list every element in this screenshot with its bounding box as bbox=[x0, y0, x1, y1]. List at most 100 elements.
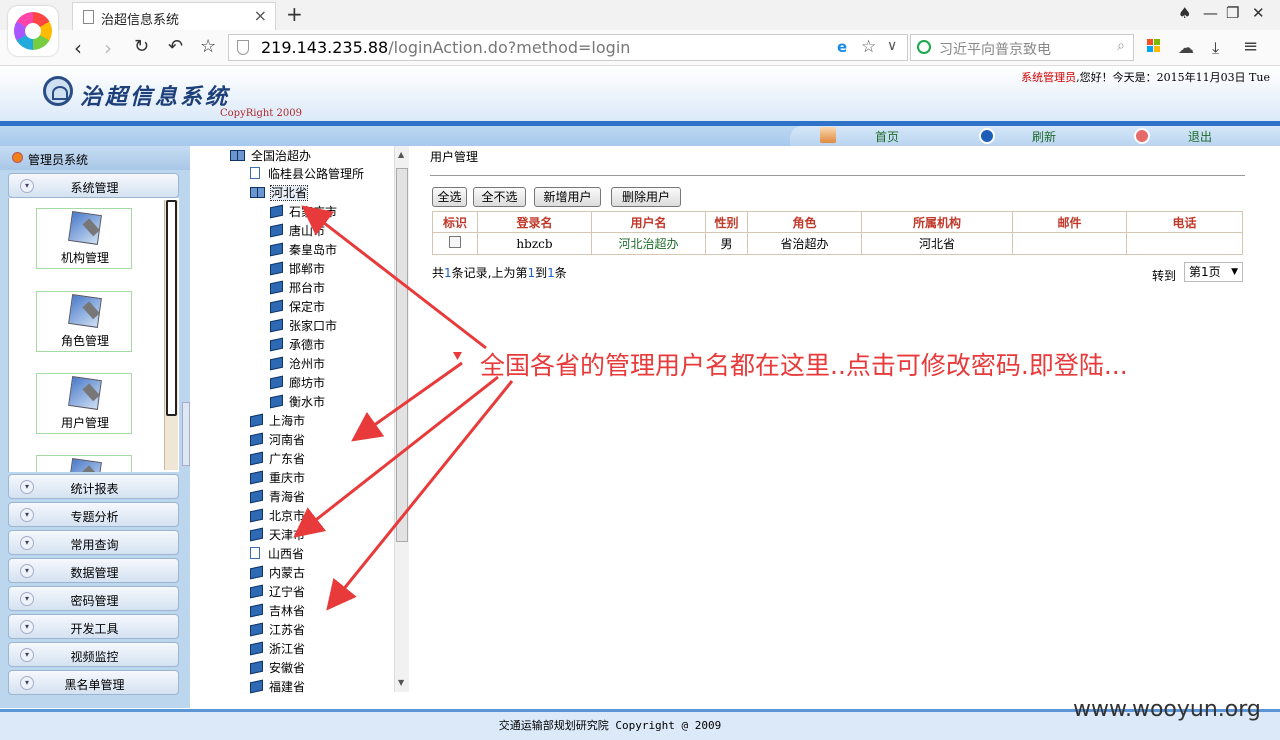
tree-node-label[interactable]: 江苏省 bbox=[269, 623, 305, 637]
section-item[interactable]: ▾ 密码管理 bbox=[8, 586, 179, 611]
tree-node[interactable]: 保定市 bbox=[270, 298, 325, 316]
ie-mode-icon[interactable]: e bbox=[837, 38, 847, 56]
tree-node-label[interactable]: 青海省 bbox=[269, 490, 305, 504]
menu-icon[interactable]: ≡ bbox=[1243, 36, 1258, 57]
cell-username-link[interactable]: 河北治超办 bbox=[591, 232, 706, 255]
tree-node[interactable]: 天津市 bbox=[250, 526, 305, 544]
tree-node-label[interactable]: 北京市 bbox=[269, 509, 305, 523]
download-icon[interactable]: ⤓ bbox=[1212, 38, 1219, 58]
tree-node[interactable]: 福建省 bbox=[250, 678, 305, 696]
tree-node-label[interactable]: 安徽省 bbox=[269, 661, 305, 675]
tree-node[interactable]: 承德市 bbox=[270, 336, 325, 354]
tree-node[interactable]: 全国治超办 bbox=[230, 147, 311, 165]
tree-node[interactable]: 邢台市 bbox=[270, 279, 325, 297]
shirt-icon[interactable]: ♠ bbox=[1178, 4, 1191, 22]
scroll-up-icon[interactable]: ▲ bbox=[398, 150, 404, 159]
new-tab-icon[interactable]: + bbox=[286, 2, 303, 26]
tree-node[interactable]: 江苏省 bbox=[250, 621, 305, 639]
add-user-button[interactable]: 新增用户 bbox=[534, 187, 601, 207]
tree-node-label[interactable]: 邯郸市 bbox=[289, 262, 325, 276]
maximize-icon[interactable]: ❐ bbox=[1226, 4, 1239, 22]
tree-node-label[interactable]: 衡水市 bbox=[289, 395, 325, 409]
tree-node-label[interactable]: 重庆市 bbox=[269, 471, 305, 485]
page-select[interactable]: 第1页 ▼ bbox=[1184, 262, 1243, 282]
tree-node-label[interactable]: 唐山市 bbox=[289, 224, 325, 238]
module-organization[interactable]: 机构管理 bbox=[36, 208, 132, 269]
apps-icon[interactable] bbox=[1147, 39, 1161, 53]
scroll-down-icon[interactable]: ▼ bbox=[398, 678, 404, 687]
tree-node-label[interactable]: 秦皇岛市 bbox=[289, 243, 337, 257]
tree-node[interactable]: 河南省 bbox=[250, 431, 305, 449]
cloud-icon[interactable]: ☁ bbox=[1178, 38, 1194, 57]
menu-logout[interactable]: 退出 bbox=[1188, 128, 1212, 145]
table-row[interactable]: hbzcb 河北治超办 男 省治超办 河北省 bbox=[432, 232, 1243, 255]
tree-node[interactable]: 山西省 bbox=[250, 545, 304, 563]
tree-node[interactable]: 广东省 bbox=[250, 450, 305, 468]
tree-node[interactable]: 辽宁省 bbox=[250, 583, 305, 601]
tree-node[interactable]: 邯郸市 bbox=[270, 260, 325, 278]
browser-logo-icon[interactable] bbox=[8, 6, 58, 56]
tree-node[interactable]: 内蒙古 bbox=[250, 564, 305, 582]
section-item[interactable]: ▾ 开发工具 bbox=[8, 614, 179, 639]
tree-node[interactable]: 上海市 bbox=[250, 412, 305, 430]
chevron-down-icon[interactable]: ∨ bbox=[887, 38, 897, 54]
section-item[interactable]: ▾ 黑名单管理 bbox=[8, 670, 179, 695]
power-icon[interactable] bbox=[1134, 128, 1150, 144]
section-item[interactable]: ▾ 常用查询 bbox=[8, 530, 179, 555]
module-scrollbar[interactable] bbox=[164, 200, 178, 470]
forward-icon[interactable]: › bbox=[104, 36, 112, 60]
tree-node-label[interactable]: 辽宁省 bbox=[269, 585, 305, 599]
module-role[interactable]: 角色管理 bbox=[36, 291, 132, 352]
tree-node-label[interactable]: 河北省 bbox=[269, 185, 309, 201]
section-item[interactable]: ▾ 视频监控 bbox=[8, 642, 179, 667]
tree-node-label[interactable]: 保定市 bbox=[289, 300, 325, 314]
section-item[interactable]: ▾ 统计报表 bbox=[8, 474, 179, 499]
close-tab-icon[interactable]: × bbox=[254, 6, 267, 25]
module-more[interactable] bbox=[36, 455, 132, 472]
tree-node[interactable]: 河北省 bbox=[250, 184, 309, 202]
section-item[interactable]: ▾ 专题分析 bbox=[8, 502, 179, 527]
module-user[interactable]: 用户管理 bbox=[36, 373, 132, 434]
reload-icon[interactable]: ↻ bbox=[134, 36, 149, 57]
tree-node[interactable]: 张家口市 bbox=[270, 317, 337, 335]
tree-node[interactable]: 石家庄市 bbox=[270, 203, 337, 221]
tree-node-label[interactable]: 内蒙古 bbox=[269, 566, 305, 580]
menu-refresh[interactable]: 刷新 bbox=[1032, 128, 1056, 145]
tree-node[interactable]: 衡水市 bbox=[270, 393, 325, 411]
tree-node-label[interactable]: 广东省 bbox=[269, 452, 305, 466]
panel-splitter[interactable] bbox=[182, 402, 190, 466]
tree-node[interactable]: 沧州市 bbox=[270, 355, 325, 373]
section-item[interactable]: ▾ 数据管理 bbox=[8, 558, 179, 583]
tree-node-label[interactable]: 吉林省 bbox=[269, 604, 305, 618]
tree-node[interactable]: 北京市 bbox=[250, 507, 305, 525]
minimize-icon[interactable]: — bbox=[1203, 4, 1218, 22]
tree-node-label[interactable]: 浙江省 bbox=[269, 642, 305, 656]
tree-node-label[interactable]: 天津市 bbox=[269, 528, 305, 542]
tree-node-label[interactable]: 山西省 bbox=[268, 547, 304, 561]
tree-node[interactable]: 重庆市 bbox=[250, 469, 305, 487]
tree-scrollbar[interactable]: ▲ ▼ bbox=[394, 146, 409, 692]
home-icon[interactable] bbox=[820, 127, 836, 143]
select-none-button[interactable]: 全不选 bbox=[473, 187, 526, 207]
section-system-management[interactable]: ▾ 系统管理 bbox=[8, 173, 179, 198]
favorite-star-icon[interactable]: ☆ bbox=[200, 36, 216, 57]
close-window-icon[interactable]: ✕ bbox=[1252, 4, 1265, 22]
undo-icon[interactable]: ↶ bbox=[168, 36, 183, 57]
tree-node-label[interactable]: 河南省 bbox=[269, 433, 305, 447]
select-all-button[interactable]: 全选 bbox=[432, 187, 467, 207]
tree-node-label[interactable]: 邢台市 bbox=[289, 281, 325, 295]
search-icon[interactable]: ⌕ bbox=[1117, 38, 1125, 54]
menu-home[interactable]: 首页 bbox=[875, 128, 899, 145]
bookmark-star-icon[interactable]: ☆ bbox=[861, 37, 876, 57]
tree-node-label[interactable]: 全国治超办 bbox=[251, 149, 311, 163]
browser-tab[interactable]: 治超信息系统 × bbox=[72, 2, 276, 30]
tree-node-label[interactable]: 承德市 bbox=[289, 338, 325, 352]
tree-node[interactable]: 吉林省 bbox=[250, 602, 305, 620]
refresh-icon[interactable] bbox=[979, 128, 995, 144]
tree-node[interactable]: 安徽省 bbox=[250, 659, 305, 677]
tree-node-label[interactable]: 张家口市 bbox=[289, 319, 337, 333]
tree-node-label[interactable]: 沧州市 bbox=[289, 357, 325, 371]
address-bar[interactable]: 219.143.235.88/loginAction.do?method=log… bbox=[228, 34, 908, 61]
delete-user-button[interactable]: 删除用户 bbox=[611, 187, 681, 207]
tree-node-label[interactable]: 廊坊市 bbox=[289, 376, 325, 390]
